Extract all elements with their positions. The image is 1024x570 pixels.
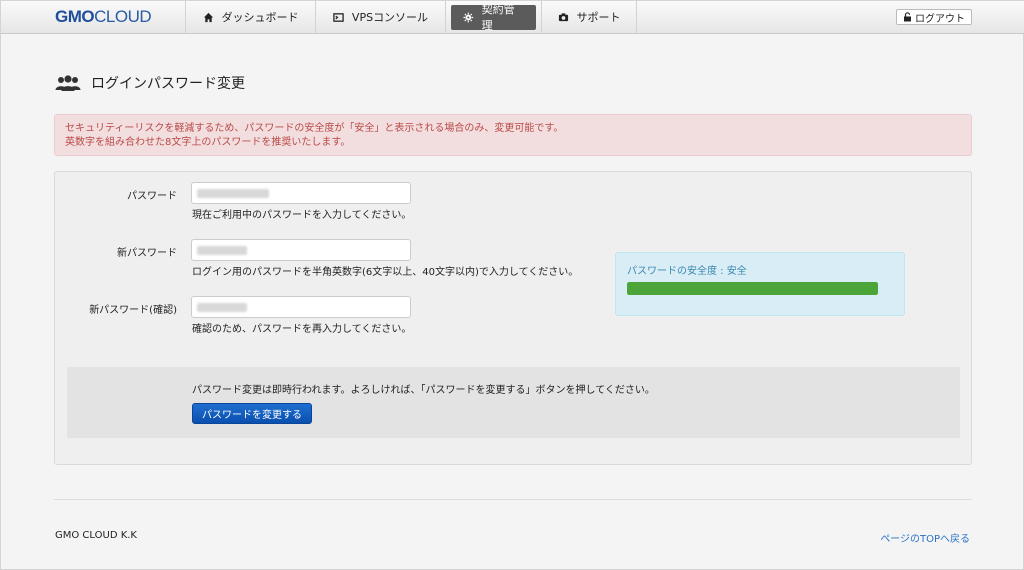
users-icon <box>55 75 81 91</box>
current-password-hint: 現在ご利用中のパスワードを入力してください。 <box>192 210 412 221</box>
home-icon <box>203 12 213 22</box>
nav-item-vps-console[interactable]: VPSコンソール <box>315 1 445 33</box>
top-navigation-bar: GMOCLOUD ダッシュボード VPSコンソール 契約管理 サポート ログアウ… <box>1 1 1024 34</box>
gmo-cloud-logo[interactable]: GMOCLOUD <box>55 7 152 27</box>
console-icon <box>333 12 344 22</box>
current-password-label: パスワード <box>127 191 177 202</box>
gear-icon <box>463 12 474 22</box>
page-title: ログインパスワード変更 <box>91 76 245 92</box>
strength-bar-fill <box>627 282 878 295</box>
masked-value <box>197 303 247 312</box>
main-nav: ダッシュボード VPSコンソール 契約管理 サポート <box>185 1 637 33</box>
nav-label: VPSコンソール <box>351 11 429 24</box>
logo-text-light: CLOUD <box>94 7 152 26</box>
nav-item-contract[interactable]: 契約管理 <box>445 1 541 33</box>
nav-label: ダッシュボード <box>221 11 299 24</box>
strength-bar <box>627 282 878 295</box>
nav-label: サポート <box>576 11 621 24</box>
nav-item-support[interactable]: サポート <box>541 1 637 33</box>
new-password-hint: ログイン用のパスワードを半角英数字(6文字以上、40文字以内)で入力してください… <box>192 267 579 278</box>
logout-label: ログアウト <box>915 13 965 25</box>
nav-item-dashboard[interactable]: ダッシュボード <box>185 1 315 33</box>
submit-area: パスワード変更は即時行われます。よろしければ、「パスワードを変更する」ボタンを押… <box>67 367 960 438</box>
new-password-label: 新パスワード <box>117 248 177 259</box>
nav-label: 契約管理 <box>481 3 515 32</box>
logout-button[interactable]: ログアウト <box>896 9 972 25</box>
submit-message: パスワード変更は即時行われます。よろしければ、「パスワードを変更する」ボタンを押… <box>192 385 655 396</box>
masked-value <box>197 189 269 198</box>
change-password-button[interactable]: パスワードを変更する <box>192 403 312 424</box>
camera-icon <box>558 12 568 21</box>
nav-active-pill: 契約管理 <box>451 3 536 32</box>
masked-value <box>197 246 247 255</box>
confirm-password-label: 新パスワード(確認) <box>89 305 177 316</box>
footer-company: GMO CLOUD K.K <box>55 530 137 541</box>
strength-text: パスワードの安全度 : 安全 <box>627 266 747 277</box>
logo-text-bold: GMO <box>55 7 95 26</box>
security-alert: セキュリティーリスクを軽減するため、パスワードの安全度が「安全」と表示される場合… <box>54 114 972 156</box>
unlock-icon <box>904 12 911 22</box>
password-strength-box: パスワードの安全度 : 安全 <box>615 252 905 316</box>
password-form-panel: パスワード 現在ご利用中のパスワードを入力してください。 新パスワード ログイン… <box>54 171 972 465</box>
footer-divider <box>54 499 972 500</box>
page-header: ログインパスワード変更 <box>55 73 245 93</box>
back-to-top-link[interactable]: ページのTOPへ戻る <box>880 530 970 545</box>
alert-line-1: セキュリティーリスクを軽減するため、パスワードの安全度が「安全」と表示される場合… <box>65 123 564 134</box>
confirm-password-hint: 確認のため、パスワードを再入力してください。 <box>192 324 412 335</box>
alert-line-2: 英数字を組み合わせた8文字上のパスワードを推奨いたします。 <box>65 137 351 148</box>
